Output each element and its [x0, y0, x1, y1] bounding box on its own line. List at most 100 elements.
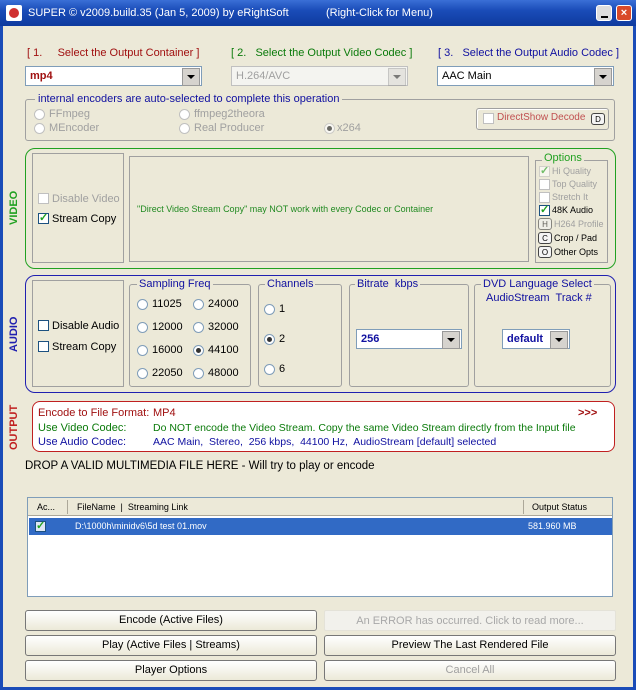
directshow-key-button[interactable]: D: [591, 113, 605, 125]
preview-button[interactable]: Preview The Last Rendered File: [324, 635, 616, 656]
mencoder-label: MEncoder: [49, 122, 100, 134]
real-producer-radio[interactable]: [179, 123, 190, 134]
window-hint: (Right-Click for Menu): [326, 7, 433, 19]
output-video-label: Use Video Codec:: [38, 422, 127, 434]
cancel-all-button[interactable]: Cancel All: [324, 660, 616, 681]
audio-side-panel: [32, 280, 124, 387]
freq-12000-radio[interactable]: [137, 322, 148, 333]
encoders-legend: internal encoders are auto-selected to c…: [35, 93, 343, 105]
h264-profile-key-button[interactable]: H: [538, 218, 552, 230]
bitrate-value: 256: [361, 333, 380, 345]
freq-32000-radio[interactable]: [193, 322, 204, 333]
mencoder-radio[interactable]: [34, 123, 45, 134]
output-section-label: OUTPUT: [8, 404, 20, 450]
other-opts-label: Other Opts: [554, 247, 599, 257]
encode-button[interactable]: Encode (Active Files): [25, 610, 317, 631]
directshow-label: DirectShow Decode: [497, 112, 586, 123]
audio-stream-copy-checkbox[interactable]: [38, 341, 49, 352]
channel-1-label: 1: [279, 303, 286, 315]
video-message: "Direct Video Stream Copy" may NOT work …: [137, 204, 434, 214]
video-stream-copy-checkbox[interactable]: [38, 211, 49, 224]
video-codec-value: H.264/AVC: [236, 70, 291, 82]
freq-24000-radio[interactable]: [193, 299, 204, 310]
row-filename: D:\1000h\minidv6\5d test 01.mov: [75, 521, 207, 531]
app-icon: [6, 5, 22, 21]
row-active-checkbox[interactable]: [35, 519, 46, 532]
channels-title: Channels: [265, 278, 316, 290]
h264-profile-label: H264 Profile: [554, 219, 604, 229]
video-codec-label: [ 2. Select the Output Video Codec ]: [231, 47, 413, 59]
x264-radio[interactable]: [324, 123, 335, 134]
channel-2-label: 2: [279, 333, 286, 345]
error-message-button[interactable]: An ERROR has occurred. Click to read mor…: [324, 610, 616, 631]
audio-codec-label: [ 3. Select the Output Audio Codec ]: [438, 47, 620, 59]
channel-2-radio[interactable]: [264, 334, 275, 345]
output-audio-label: Use Audio Codec:: [38, 436, 127, 448]
ffmpeg2theora-label: ffmpeg2theora: [194, 108, 265, 120]
video-options-title: Options: [542, 152, 584, 164]
other-opts-key-button[interactable]: O: [538, 246, 552, 258]
freq-44100-label: 44100: [208, 344, 239, 356]
freq-16000-label: 16000: [152, 344, 183, 356]
chevron-down-icon[interactable]: [594, 68, 612, 86]
video-codec-select[interactable]: H.264/AVC: [231, 66, 408, 86]
header-active[interactable]: Ac...: [37, 502, 55, 512]
header-filename[interactable]: FileName | Streaming Link: [77, 502, 188, 512]
drop-zone-text[interactable]: DROP A VALID MULTIMEDIA FILE HERE - Will…: [25, 460, 375, 472]
stretch-it-checkbox[interactable]: [539, 192, 550, 203]
dvd-language-title: DVD Language Select: [481, 278, 594, 290]
freq-32000-label: 32000: [208, 321, 239, 333]
real-producer-label: Real Producer: [194, 122, 265, 134]
x264-label: x264: [337, 122, 361, 134]
freq-24000-label: 24000: [208, 298, 239, 310]
freq-11025-radio[interactable]: [137, 299, 148, 310]
channel-6-label: 6: [279, 363, 286, 375]
freq-22050-radio[interactable]: [137, 368, 148, 379]
stretch-it-label: Stretch It: [552, 192, 589, 202]
chevron-down-icon[interactable]: [550, 331, 568, 349]
title-bar[interactable]: SUPER © v2009.build.35 (Jan 5, 2009) by …: [0, 0, 636, 26]
window-title: SUPER © v2009.build.35 (Jan 5, 2009) by …: [28, 7, 289, 19]
play-button[interactable]: Play (Active Files | Streams): [25, 635, 317, 656]
sampling-freq-title: Sampling Freq: [137, 278, 213, 290]
chevron-down-icon[interactable]: [442, 331, 460, 349]
video-stream-copy-label: Stream Copy: [52, 213, 117, 225]
container-value: mp4: [30, 70, 53, 82]
bitrate-title: Bitrate kbps: [355, 278, 421, 290]
header-output-status[interactable]: Output Status: [532, 502, 587, 512]
output-format-label: Encode to File Format:: [38, 407, 150, 419]
dvd-track-title: AudioStream Track #: [486, 292, 592, 304]
channel-1-radio[interactable]: [264, 304, 275, 315]
freq-16000-radio[interactable]: [137, 345, 148, 356]
crop-pad-key-button[interactable]: C: [538, 232, 552, 244]
minimize-button[interactable]: [596, 5, 612, 21]
disable-audio-checkbox[interactable]: [38, 320, 49, 331]
player-options-button[interactable]: Player Options: [25, 660, 317, 681]
container-select[interactable]: mp4: [25, 66, 202, 86]
output-audio-value: AAC Main, Stereo, 256 kbps, 44100 Hz, Au…: [153, 436, 497, 448]
directshow-checkbox[interactable]: [483, 113, 494, 124]
close-button[interactable]: ×: [616, 5, 632, 21]
disable-video-checkbox[interactable]: [38, 193, 49, 204]
freq-22050-label: 22050: [152, 367, 183, 379]
48k-audio-checkbox[interactable]: [539, 203, 550, 216]
audio-codec-select[interactable]: AAC Main: [437, 66, 614, 86]
hi-quality-checkbox[interactable]: [539, 164, 550, 177]
ffmpeg2theora-radio[interactable]: [179, 109, 190, 120]
output-more-button[interactable]: >>>: [578, 407, 597, 419]
audio-codec-value: AAC Main: [442, 70, 492, 82]
disable-audio-label: Disable Audio: [52, 320, 120, 332]
freq-44100-radio[interactable]: [193, 345, 204, 356]
channel-6-radio[interactable]: [264, 364, 275, 375]
top-quality-checkbox[interactable]: [539, 179, 550, 190]
dvd-track-select[interactable]: default: [502, 329, 570, 349]
ffmpeg-radio[interactable]: [34, 109, 45, 120]
chevron-down-icon[interactable]: [388, 68, 406, 86]
bitrate-select[interactable]: 256: [356, 329, 462, 349]
chevron-down-icon[interactable]: [182, 68, 200, 86]
freq-48000-radio[interactable]: [193, 368, 204, 379]
container-label: [ 1. Select the Output Container ]: [27, 47, 200, 59]
video-section-label: VIDEO: [8, 190, 20, 226]
48k-audio-label: 48K Audio: [552, 205, 594, 215]
dvd-track-value: default: [507, 333, 544, 345]
